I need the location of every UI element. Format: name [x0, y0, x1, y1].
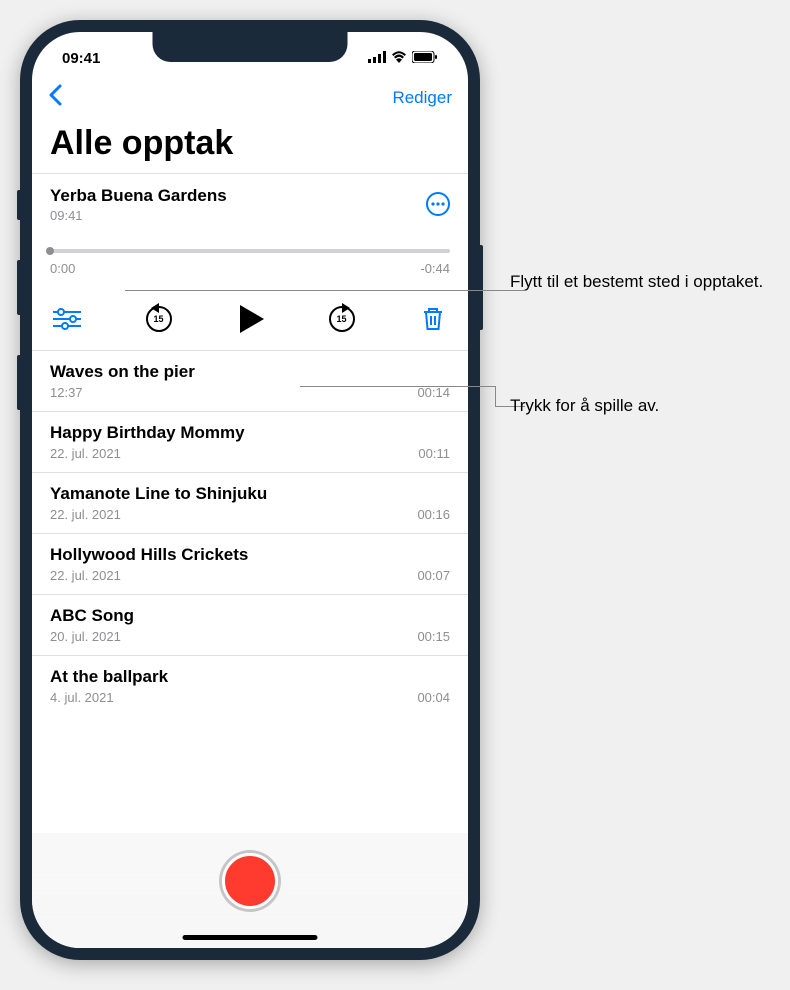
selected-recording[interactable]: Yerba Buena Gardens 09:41 0:00 -0:44 — [32, 173, 468, 350]
record-button[interactable] — [222, 853, 278, 909]
list-item[interactable]: Hollywood Hills Crickets 22. jul. 2021 0… — [32, 533, 468, 594]
recording-duration: 00:07 — [417, 568, 450, 583]
recording-title: ABC Song — [50, 606, 450, 626]
recording-duration: 00:04 — [417, 690, 450, 705]
recording-title: At the ballpark — [50, 667, 450, 687]
play-button[interactable] — [233, 302, 267, 336]
scrubber-knob[interactable] — [46, 247, 54, 255]
recording-duration: 00:15 — [417, 629, 450, 644]
skip-forward-button[interactable]: 15 — [325, 302, 359, 336]
phone-frame: 09:41 Rediger Alle opptak — [20, 20, 480, 960]
recording-duration: 00:11 — [418, 446, 450, 461]
recording-title: Waves on the pier — [50, 362, 450, 382]
list-item[interactable]: Happy Birthday Mommy 22. jul. 2021 00:11 — [32, 411, 468, 472]
list-item[interactable]: Yamanote Line to Shinjuku 22. jul. 2021 … — [32, 472, 468, 533]
time-remaining: -0:44 — [420, 261, 450, 276]
options-button[interactable] — [50, 302, 84, 336]
recording-title: Yamanote Line to Shinjuku — [50, 484, 450, 504]
recording-date: 4. jul. 2021 — [50, 690, 114, 705]
back-button[interactable] — [48, 84, 62, 113]
recording-duration: 00:16 — [417, 507, 450, 522]
nav-bar: Rediger — [32, 76, 468, 120]
recording-title: Hollywood Hills Crickets — [50, 545, 450, 565]
wifi-icon — [391, 50, 407, 67]
recording-duration: 00:14 — [417, 385, 450, 400]
recording-date: 22. jul. 2021 — [50, 568, 121, 583]
edit-button[interactable]: Rediger — [392, 88, 452, 108]
status-time: 09:41 — [62, 50, 100, 67]
screen: 09:41 Rediger Alle opptak — [32, 32, 468, 948]
selected-subtitle: 09:41 — [50, 208, 227, 223]
skip-back-button[interactable]: 15 — [142, 302, 176, 336]
recording-date: 12:37 — [50, 385, 83, 400]
bottom-toolbar — [32, 833, 468, 948]
play-icon — [240, 305, 264, 333]
list-item[interactable]: At the ballpark 4. jul. 2021 00:04 — [32, 655, 468, 716]
home-indicator[interactable] — [183, 935, 318, 940]
time-elapsed: 0:00 — [50, 261, 75, 276]
callout-scrubber: Flytt til et bestemt sted i opptaket. — [510, 272, 763, 292]
recording-date: 20. jul. 2021 — [50, 629, 121, 644]
playback-scrubber[interactable] — [50, 249, 450, 253]
recording-date: 22. jul. 2021 — [50, 507, 121, 522]
recording-title: Happy Birthday Mommy — [50, 423, 450, 443]
delete-button[interactable] — [416, 302, 450, 336]
list-item[interactable]: ABC Song 20. jul. 2021 00:15 — [32, 594, 468, 655]
annotations: Flytt til et bestemt sted i opptaket. Tr… — [510, 20, 770, 960]
page-title: Alle opptak — [32, 120, 468, 173]
notch — [153, 32, 348, 62]
selected-title: Yerba Buena Gardens — [50, 186, 227, 206]
callout-play: Trykk for å spille av. — [510, 396, 659, 416]
recording-date: 22. jul. 2021 — [50, 446, 121, 461]
cellular-icon — [368, 50, 386, 67]
more-button[interactable] — [426, 192, 450, 216]
recordings-list[interactable]: Waves on the pier 12:37 00:14 Happy Birt… — [32, 350, 468, 782]
battery-icon — [412, 50, 438, 67]
list-item[interactable]: Waves on the pier 12:37 00:14 — [32, 350, 468, 411]
